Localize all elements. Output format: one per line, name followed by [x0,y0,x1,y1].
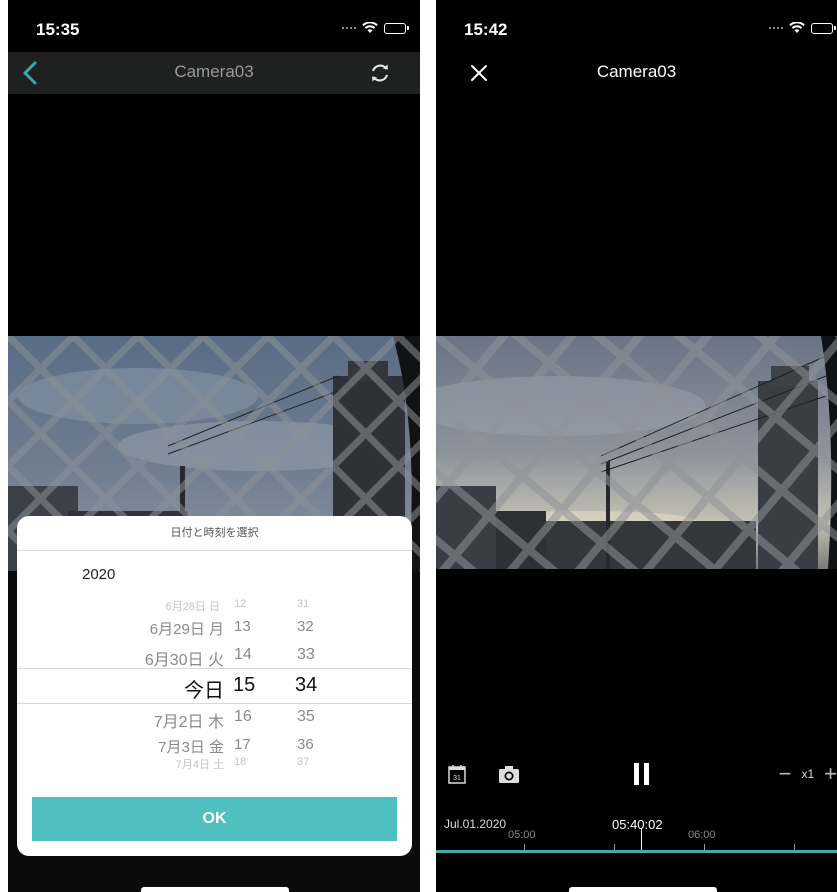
timeline-tick-label: 06:00 [688,829,716,841]
zoom-in-button[interactable]: + [824,763,837,785]
playback-timeline[interactable]: Jul.01.2020 05:40:02 05:00 06:00 [436,812,837,860]
wifi-icon [789,22,805,33]
pause-icon[interactable] [632,762,652,786]
zoom-out-button[interactable]: − [779,763,792,785]
wifi-icon [362,22,378,33]
wheel-selection-band [17,668,412,704]
home-indicator[interactable] [141,887,289,892]
page-title: Camera03 [596,62,677,81]
battery-icon [811,22,836,34]
timeline-date: Jul.01.2020 [444,817,507,831]
status-indicators [769,22,836,34]
timeline-tick-label: 05:00 [508,829,536,841]
status-time: 15:42 [464,20,508,39]
nav-bar: Camera03 [436,52,837,94]
screenshot-stage: 15:35 Camera03 日付と時刻を選択 2020 6月28日 日 12 … [0,0,837,892]
status-indicators [342,22,409,34]
picker-title: 日付と時刻を選択 [17,516,412,551]
picker-year: 2020 [82,566,116,583]
refresh-icon[interactable] [368,61,392,85]
home-indicator[interactable] [569,887,717,892]
date-time-picker-dialog: 日付と時刻を選択 2020 6月28日 日 12 31 6月29日 月 13 3… [17,516,412,856]
phone-right: 15:42 Camera03 31 − x1 + Jul.01.2020 05:… [436,0,837,892]
timeline-current-time: 05:40:02 [612,817,663,832]
nav-bar: Camera03 [8,52,420,94]
status-bar: 15:42 [436,0,837,52]
status-bar: 15:35 [8,0,420,52]
status-time: 15:35 [36,20,80,39]
camera-video-frame [436,336,837,569]
svg-text:31: 31 [453,775,461,782]
zoom-control: − x1 + [779,763,837,785]
page-title: Camera03 [174,62,254,81]
signal-icon [342,27,356,29]
timeline-track[interactable] [436,850,837,853]
timeline-cursor[interactable] [641,828,642,850]
calendar-icon[interactable]: 31 [448,764,466,784]
playback-controls: 31 − x1 + [436,758,837,792]
signal-icon [769,27,783,29]
camera-icon[interactable] [498,764,520,784]
phone-left: 15:35 Camera03 日付と時刻を選択 2020 6月28日 日 12 … [8,0,420,892]
battery-icon [384,22,409,34]
ok-button[interactable]: OK [32,797,397,841]
zoom-level: x1 [801,767,815,781]
